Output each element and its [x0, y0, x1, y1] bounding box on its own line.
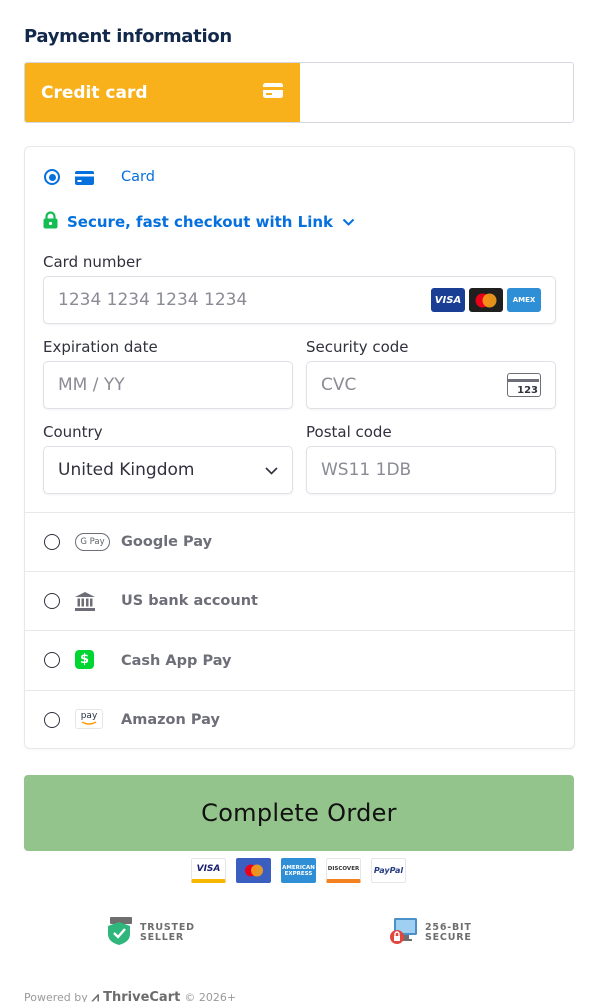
secure-badge: 256-BIT SECURE: [389, 916, 485, 950]
card-method-icon: [75, 170, 94, 189]
credit-card-icon: [263, 82, 283, 103]
security-code-placeholder: CVC: [321, 375, 357, 395]
visa-logo-icon: VISA: [191, 858, 226, 883]
postal-code-label: Postal code: [306, 423, 392, 441]
country-value: United Kingdom: [58, 460, 195, 480]
powered-by-text: Powered by: [24, 991, 88, 1002]
copyright-text: © 2026+: [184, 991, 237, 1002]
amazon-pay-radio[interactable]: [44, 712, 60, 728]
thrivecart-brand[interactable]: ThriveCart: [103, 990, 180, 1002]
footer: Powered by ⩘ ThriveCart © 2026+: [24, 990, 236, 1002]
discover-logo-icon: DISCOVER: [326, 858, 361, 883]
lock-icon: [43, 211, 58, 233]
shield-check-icon: [106, 916, 134, 950]
mastercard-icon: [469, 288, 503, 312]
google-pay-label: Google Pay: [121, 534, 213, 550]
amazon-pay-icon-text: pay: [80, 711, 98, 721]
paypal-logo-icon: PayPal: [371, 858, 406, 883]
google-pay-radio[interactable]: [44, 534, 60, 550]
card-number-input[interactable]: 1234 1234 1234 1234 VISA AMEX: [43, 276, 556, 324]
cvc-digits: 123: [516, 385, 539, 396]
payment-tabs: Credit card: [24, 62, 574, 123]
chevron-down-icon: [342, 213, 355, 231]
accepted-payment-logos: VISA AMERICAN EXPRESS DISCOVER PayPal: [191, 858, 406, 883]
expiration-label: Expiration date: [43, 338, 158, 356]
amex-logo-icon: AMERICAN EXPRESS: [281, 858, 316, 883]
trusted-seller-text: TRUSTED SELLER: [140, 922, 195, 943]
amazon-pay-icon: pay: [75, 709, 103, 729]
card-method-label[interactable]: Card: [121, 169, 155, 185]
tab-credit-card[interactable]: Credit card: [25, 63, 300, 122]
cash-app-radio[interactable]: [44, 652, 60, 668]
cash-app-label: Cash App Pay: [121, 653, 232, 669]
tab-empty: [300, 63, 573, 122]
mastercard-logo-icon: [236, 858, 271, 883]
link-checkout-text: Secure, fast checkout with Link: [67, 213, 334, 231]
thrivecart-logo-icon: ⩘: [91, 990, 100, 1002]
amazon-pay-label: Amazon Pay: [121, 712, 220, 728]
us-bank-label: US bank account: [121, 593, 258, 609]
google-pay-icon: G Pay: [75, 533, 110, 551]
secure-text: 256-BIT SECURE: [425, 922, 472, 943]
bank-icon: [75, 592, 95, 615]
card-number-placeholder: 1234 1234 1234 1234: [58, 290, 248, 310]
secure-computer-icon: [389, 916, 419, 950]
tab-credit-card-label: Credit card: [41, 82, 148, 103]
country-label: Country: [43, 423, 103, 441]
cash-app-option[interactable]: $ Cash App Pay: [25, 631, 574, 690]
chevron-down-icon: [265, 460, 278, 480]
security-code-input[interactable]: CVC 123: [306, 361, 556, 409]
us-bank-option[interactable]: US bank account: [25, 572, 574, 630]
expiration-placeholder: MM / YY: [58, 375, 125, 395]
card-radio[interactable]: [44, 169, 60, 185]
cvc-card-icon: 123: [507, 373, 541, 397]
security-code-label: Security code: [306, 338, 409, 356]
link-checkout-toggle[interactable]: Secure, fast checkout with Link: [43, 211, 355, 233]
visa-icon: VISA: [431, 288, 465, 312]
postal-code-placeholder: WS11 1DB: [321, 460, 412, 480]
card-brands: VISA AMEX: [431, 288, 541, 312]
trusted-seller-badge: TRUSTED SELLER: [106, 916, 200, 950]
us-bank-radio[interactable]: [44, 593, 60, 609]
amex-icon: AMEX: [507, 288, 541, 312]
payment-methods-panel: Card Secure, fast checkout with Link Car…: [24, 146, 575, 749]
cash-app-icon: $: [75, 650, 94, 669]
country-select[interactable]: United Kingdom: [43, 446, 293, 494]
postal-code-input[interactable]: WS11 1DB: [306, 446, 556, 494]
complete-order-button[interactable]: Complete Order: [24, 775, 574, 851]
expiration-input[interactable]: MM / YY: [43, 361, 293, 409]
google-pay-option[interactable]: G Pay Google Pay: [25, 513, 574, 571]
amazon-pay-option[interactable]: pay Amazon Pay: [25, 691, 574, 749]
page-title: Payment information: [24, 26, 232, 47]
card-number-label: Card number: [43, 253, 142, 271]
